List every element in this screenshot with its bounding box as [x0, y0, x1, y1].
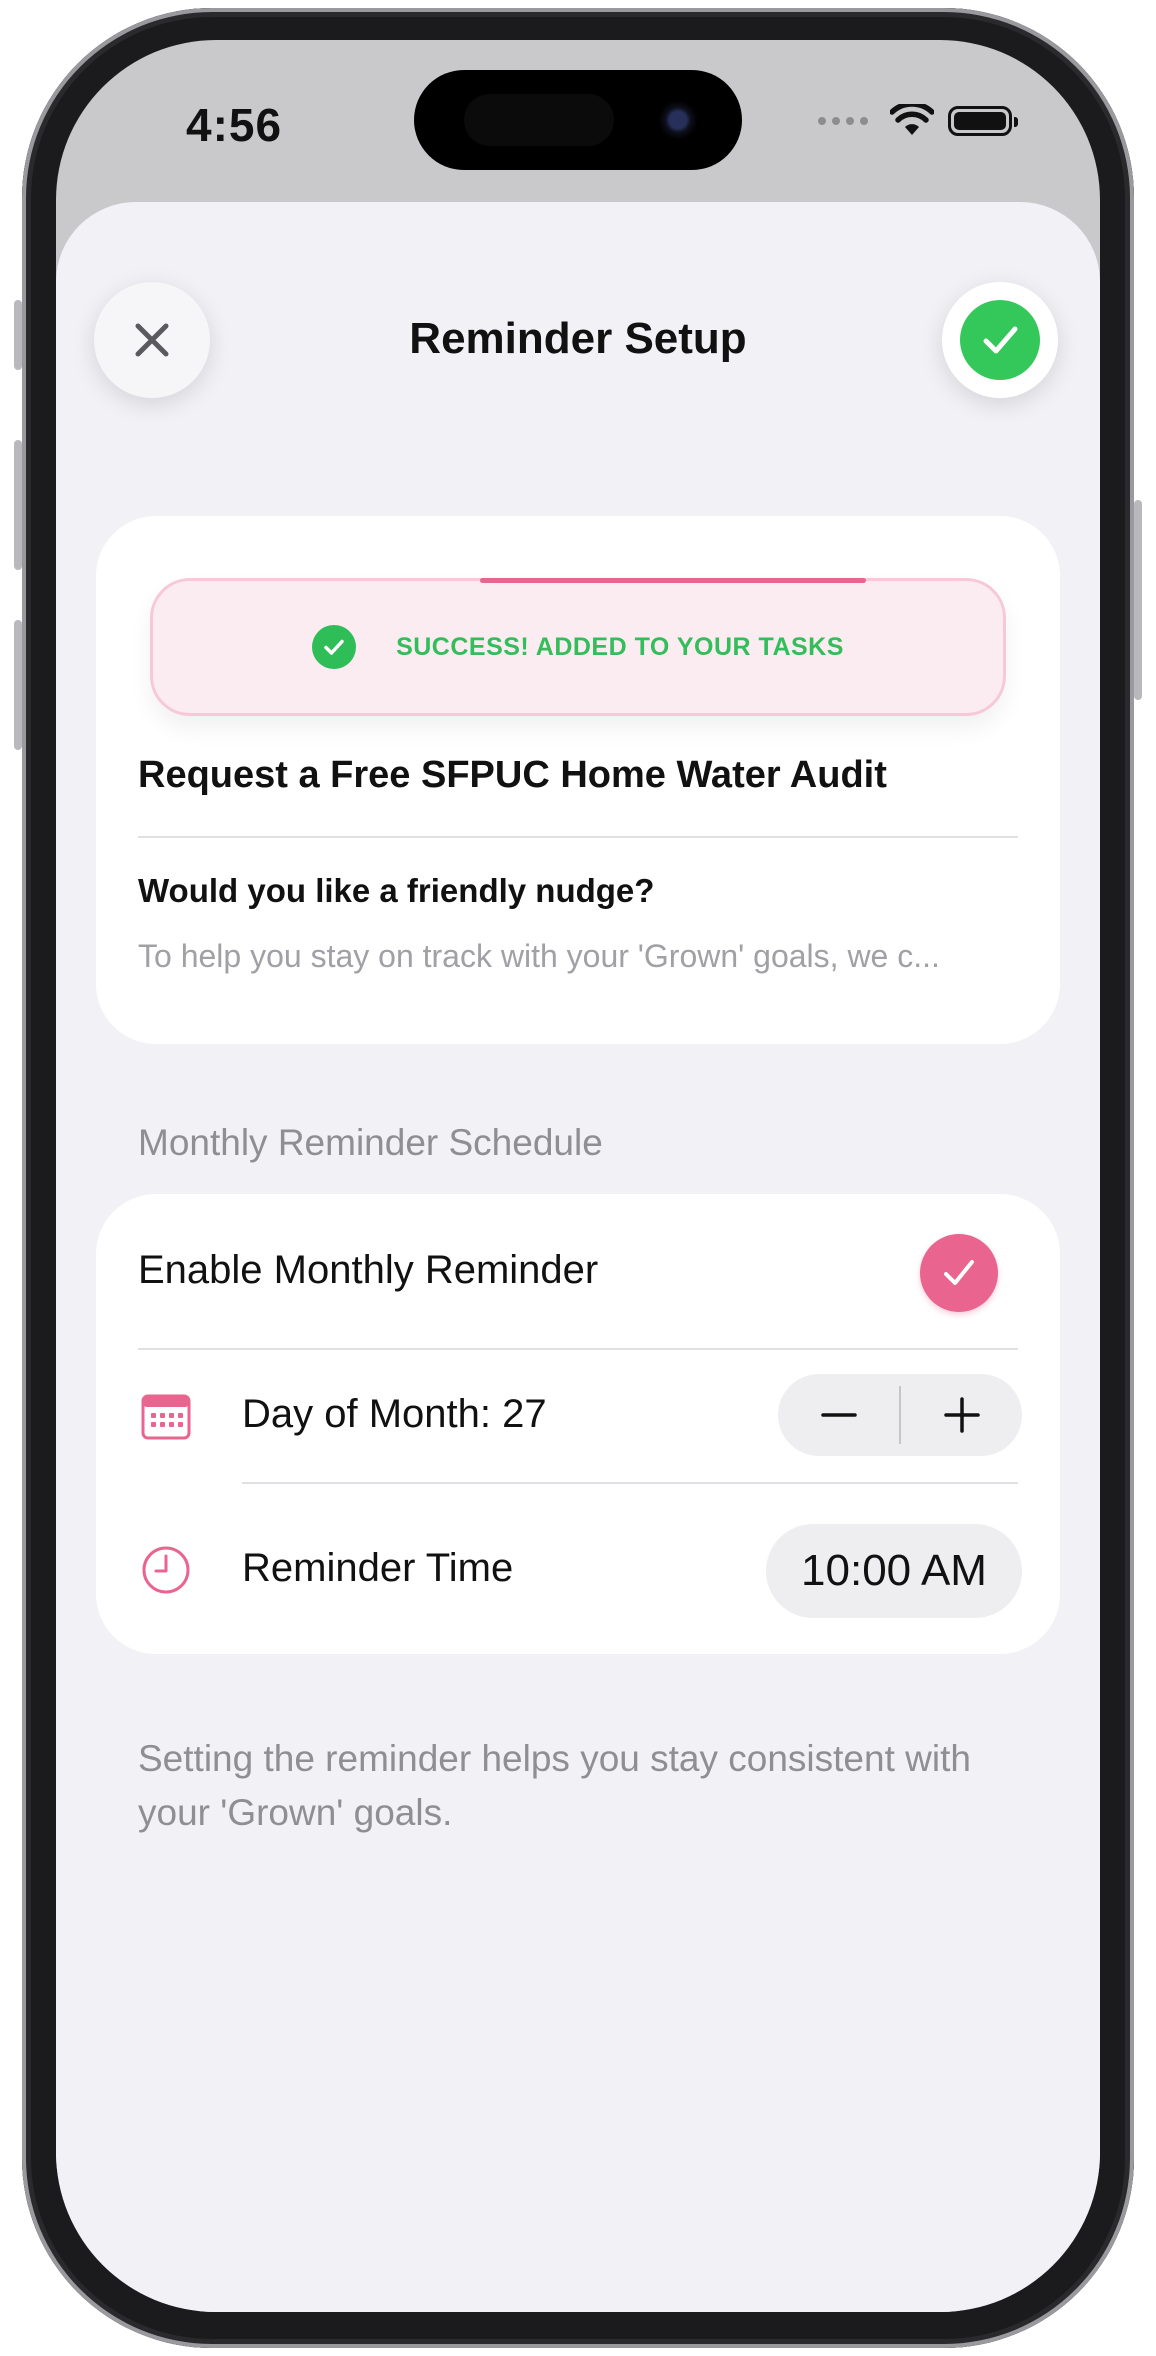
toast-progress-bar: [480, 578, 866, 583]
success-toast: SUCCESS! ADDED TO YOUR TASKS: [150, 578, 1006, 716]
task-title: Request a Free SFPUC Home Water Audit: [138, 754, 887, 796]
clock-icon: [142, 1546, 190, 1594]
front-camera-icon: [658, 100, 698, 140]
reminder-time-picker[interactable]: 10:00 AM: [766, 1524, 1022, 1618]
decrement-button[interactable]: [778, 1374, 899, 1456]
increment-button[interactable]: [901, 1374, 1022, 1456]
screen: 4:56 Reminder Setup SUCCESS! ADDED TO YO…: [56, 40, 1100, 2312]
status-indicators: [818, 104, 1018, 138]
checkmark-icon: [944, 1260, 974, 1285]
side-button-volume-up: [14, 440, 22, 570]
schedule-card: Enable Monthly Reminder Day of Month: 27: [96, 1194, 1060, 1654]
success-message: SUCCESS! ADDED TO YOUR TASKS: [396, 632, 844, 661]
confirm-icon-circle: [960, 300, 1040, 380]
nudge-question: Would you like a friendly nudge?: [138, 872, 655, 909]
task-card: SUCCESS! ADDED TO YOUR TASKS Request a F…: [96, 516, 1060, 1044]
reminder-sheet: Reminder Setup SUCCESS! ADDED TO YOUR TA…: [56, 202, 1100, 2312]
island-sensor: [464, 94, 614, 146]
section-header: Monthly Reminder Schedule: [138, 1122, 603, 1163]
dynamic-island: [414, 70, 742, 170]
plus-icon: [943, 1397, 980, 1433]
battery-icon: [948, 106, 1018, 136]
side-button-volume-down: [14, 620, 22, 750]
divider: [242, 1482, 1018, 1484]
side-button-action: [14, 300, 22, 370]
nudge-description: To help you stay on track with your 'Gro…: [138, 938, 940, 974]
calendar-icon: [141, 1394, 191, 1440]
confirm-button[interactable]: [942, 282, 1058, 398]
enable-reminder-label: Enable Monthly Reminder: [138, 1248, 599, 1292]
enable-reminder-toggle[interactable]: [920, 1234, 998, 1312]
reminder-time-label: Reminder Time: [242, 1546, 514, 1590]
day-of-month-label: Day of Month: 27: [242, 1392, 547, 1436]
cellular-signal-icon: [818, 117, 868, 125]
footer-note: Setting the reminder helps you stay cons…: [138, 1738, 971, 1833]
side-button-power: [1134, 500, 1142, 700]
day-of-month-stepper: [778, 1374, 1022, 1456]
checkmark-icon: [983, 326, 1018, 354]
divider: [138, 836, 1018, 838]
wifi-icon: [890, 104, 934, 135]
divider: [138, 1348, 1018, 1350]
minus-icon: [820, 1413, 857, 1417]
success-check-icon: [312, 625, 357, 669]
status-time: 4:56: [186, 99, 283, 151]
